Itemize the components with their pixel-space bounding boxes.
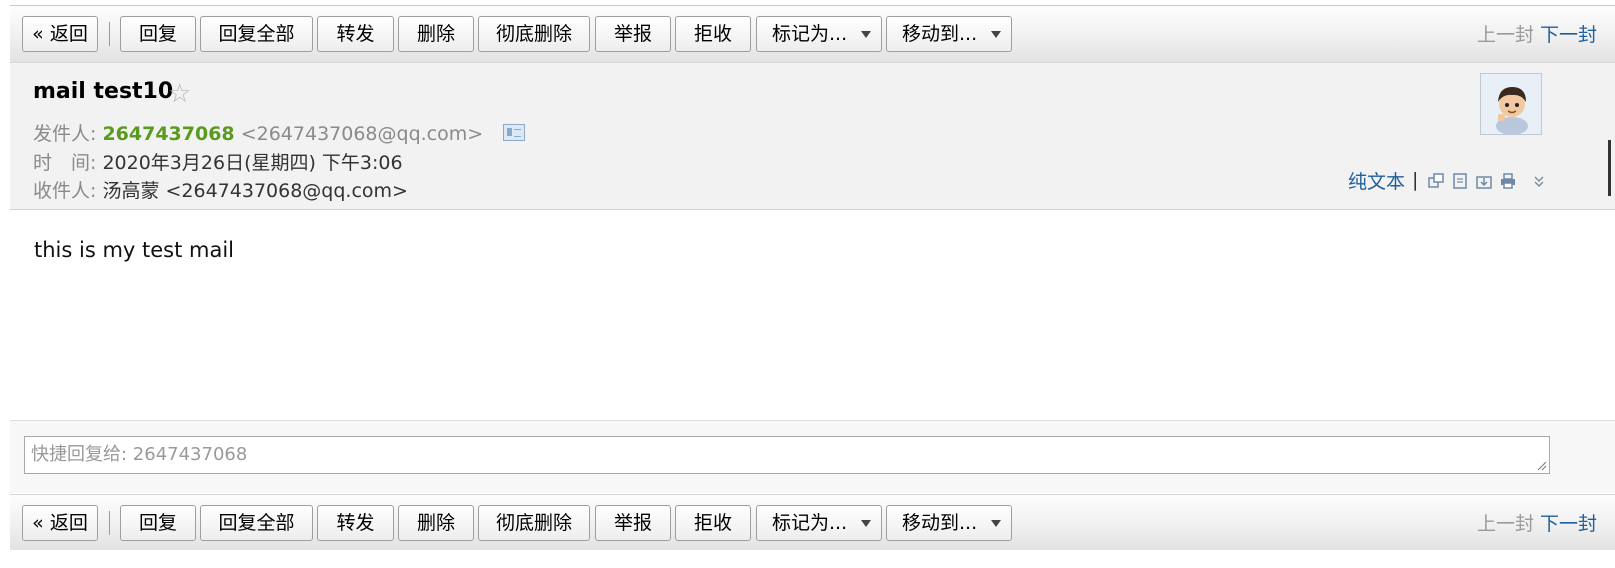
sender-name[interactable]: 2647437068 [102, 123, 234, 145]
star-icon[interactable]: ☆ [168, 79, 191, 109]
download-icon[interactable] [1476, 173, 1492, 189]
reject-button[interactable]: 拒收 [675, 16, 751, 52]
toolbar-divider [109, 511, 110, 535]
move-to-label: 移动到... [902, 23, 978, 45]
actions-divider: | [1412, 169, 1419, 191]
mail-pager: 上一封 下一封 [1477, 20, 1597, 47]
to-label: 收件人: [33, 180, 97, 202]
mark-as-dropdown[interactable]: 标记为... [756, 505, 882, 541]
mark-as-label: 标记为... [772, 23, 848, 45]
quick-reply-input[interactable]: 快捷回复给: 2647437068 [24, 436, 1550, 474]
mail-header: mail test10 ☆ 发件人: 2647437068 <264743706… [10, 63, 1615, 210]
reply-button[interactable]: 回复 [120, 16, 196, 52]
forward-button[interactable]: 转发 [317, 505, 394, 541]
resize-handle-icon[interactable] [1537, 461, 1547, 471]
report-button[interactable]: 举报 [595, 505, 671, 541]
delete-permanently-button[interactable]: 彻底删除 [478, 16, 590, 52]
report-button[interactable]: 举报 [595, 16, 671, 52]
next-mail-link[interactable]: 下一封 [1540, 24, 1597, 46]
back-button[interactable]: « 返回 [22, 505, 98, 541]
delete-permanently-button[interactable]: 彻底删除 [478, 505, 590, 541]
mark-as-dropdown[interactable]: 标记为... [756, 16, 882, 52]
reply-button[interactable]: 回复 [120, 505, 196, 541]
time-label: 时 间: [33, 152, 97, 174]
contact-card-icon[interactable] [503, 124, 526, 141]
caret-down-icon [861, 31, 871, 38]
from-label: 发件人: [33, 123, 97, 145]
caret-down-icon [861, 520, 871, 527]
avatar-image [1481, 74, 1541, 134]
toolbar-bottom: « 返回 回复 回复全部 转发 删除 彻底删除 举报 拒收 标记为... 移动到… [10, 494, 1615, 550]
to-row: 收件人: 汤高蒙 <2647437068@qq.com> [33, 176, 408, 203]
mail-subject: mail test10 [33, 79, 174, 104]
new-window-icon[interactable] [1428, 173, 1444, 189]
avatar[interactable] [1480, 73, 1542, 135]
toolbar-top: « 返回 回复 回复全部 转发 删除 彻底删除 举报 拒收 标记为... 移动到… [10, 6, 1615, 63]
toolbar-divider [109, 22, 110, 46]
recipient: 汤高蒙 <2647437068@qq.com> [102, 180, 408, 202]
more-chevron-icon[interactable] [1531, 173, 1547, 189]
mail-pager: 上一封 下一封 [1477, 509, 1597, 536]
time-value: 2020年3月26日(星期四) 下午3:06 [102, 152, 403, 174]
print-icon[interactable] [1500, 173, 1516, 189]
mark-as-label: 标记为... [772, 512, 848, 534]
reply-all-button[interactable]: 回复全部 [200, 505, 313, 541]
delete-button[interactable]: 删除 [398, 505, 474, 541]
caret-down-icon [991, 520, 1001, 527]
time-row: 时 间: 2020年3月26日(星期四) 下午3:06 [33, 148, 403, 175]
sender-email: <2647437068@qq.com> [240, 123, 484, 145]
from-row: 发件人: 2647437068 <2647437068@qq.com> [33, 119, 526, 146]
move-to-dropdown[interactable]: 移动到... [886, 16, 1012, 52]
prev-mail-link: 上一封 [1476, 513, 1534, 535]
mail-body: this is my test mail [34, 238, 235, 262]
back-button[interactable]: « 返回 [22, 16, 98, 52]
quick-reply-area: 快捷回复给: 2647437068 [10, 421, 1615, 493]
delete-button[interactable]: 删除 [398, 16, 474, 52]
plain-text-link[interactable]: 纯文本 [1348, 167, 1405, 194]
reply-all-button[interactable]: 回复全部 [200, 16, 313, 52]
move-to-dropdown[interactable]: 移动到... [886, 505, 1012, 541]
scrollbar-edge[interactable] [1608, 140, 1611, 196]
reject-button[interactable]: 拒收 [675, 505, 751, 541]
caret-down-icon [991, 31, 1001, 38]
quick-reply-placeholder: 快捷回复给: 2647437068 [31, 444, 248, 465]
next-mail-link[interactable]: 下一封 [1540, 513, 1597, 535]
note-icon[interactable] [1452, 173, 1468, 189]
move-to-label: 移动到... [902, 512, 978, 534]
prev-mail-link: 上一封 [1476, 24, 1534, 46]
forward-button[interactable]: 转发 [317, 16, 394, 52]
